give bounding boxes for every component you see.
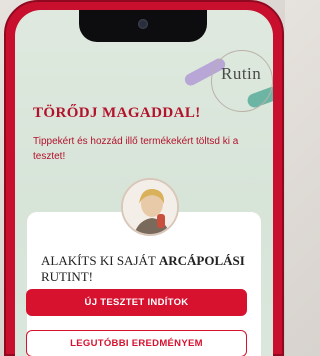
card-title-part: ALAKÍTS KI SAJÁT	[41, 253, 159, 268]
camera-icon	[138, 19, 148, 29]
page-subtitle: Tippekért és hozzád illő termékekért töl…	[33, 136, 239, 162]
card-title: ALAKÍTS KI SAJÁT ARCÁPOLÁSI RUTINT!	[41, 253, 261, 285]
page-title: TÖRŐDJ MAGADDAL!	[33, 105, 201, 121]
avatar	[121, 178, 179, 236]
new-test-button[interactable]: ÚJ TESZTET INDÍTOK	[26, 289, 247, 316]
phone-notch	[79, 10, 207, 42]
latest-result-button[interactable]: LEGUTÓBBI EREDMÉNYEM	[26, 330, 247, 356]
brand-logo: Rutin	[221, 64, 262, 83]
card-title-part: RUTINT!	[41, 269, 93, 284]
card-title-highlight: ARCÁPOLÁSI	[158, 253, 245, 268]
